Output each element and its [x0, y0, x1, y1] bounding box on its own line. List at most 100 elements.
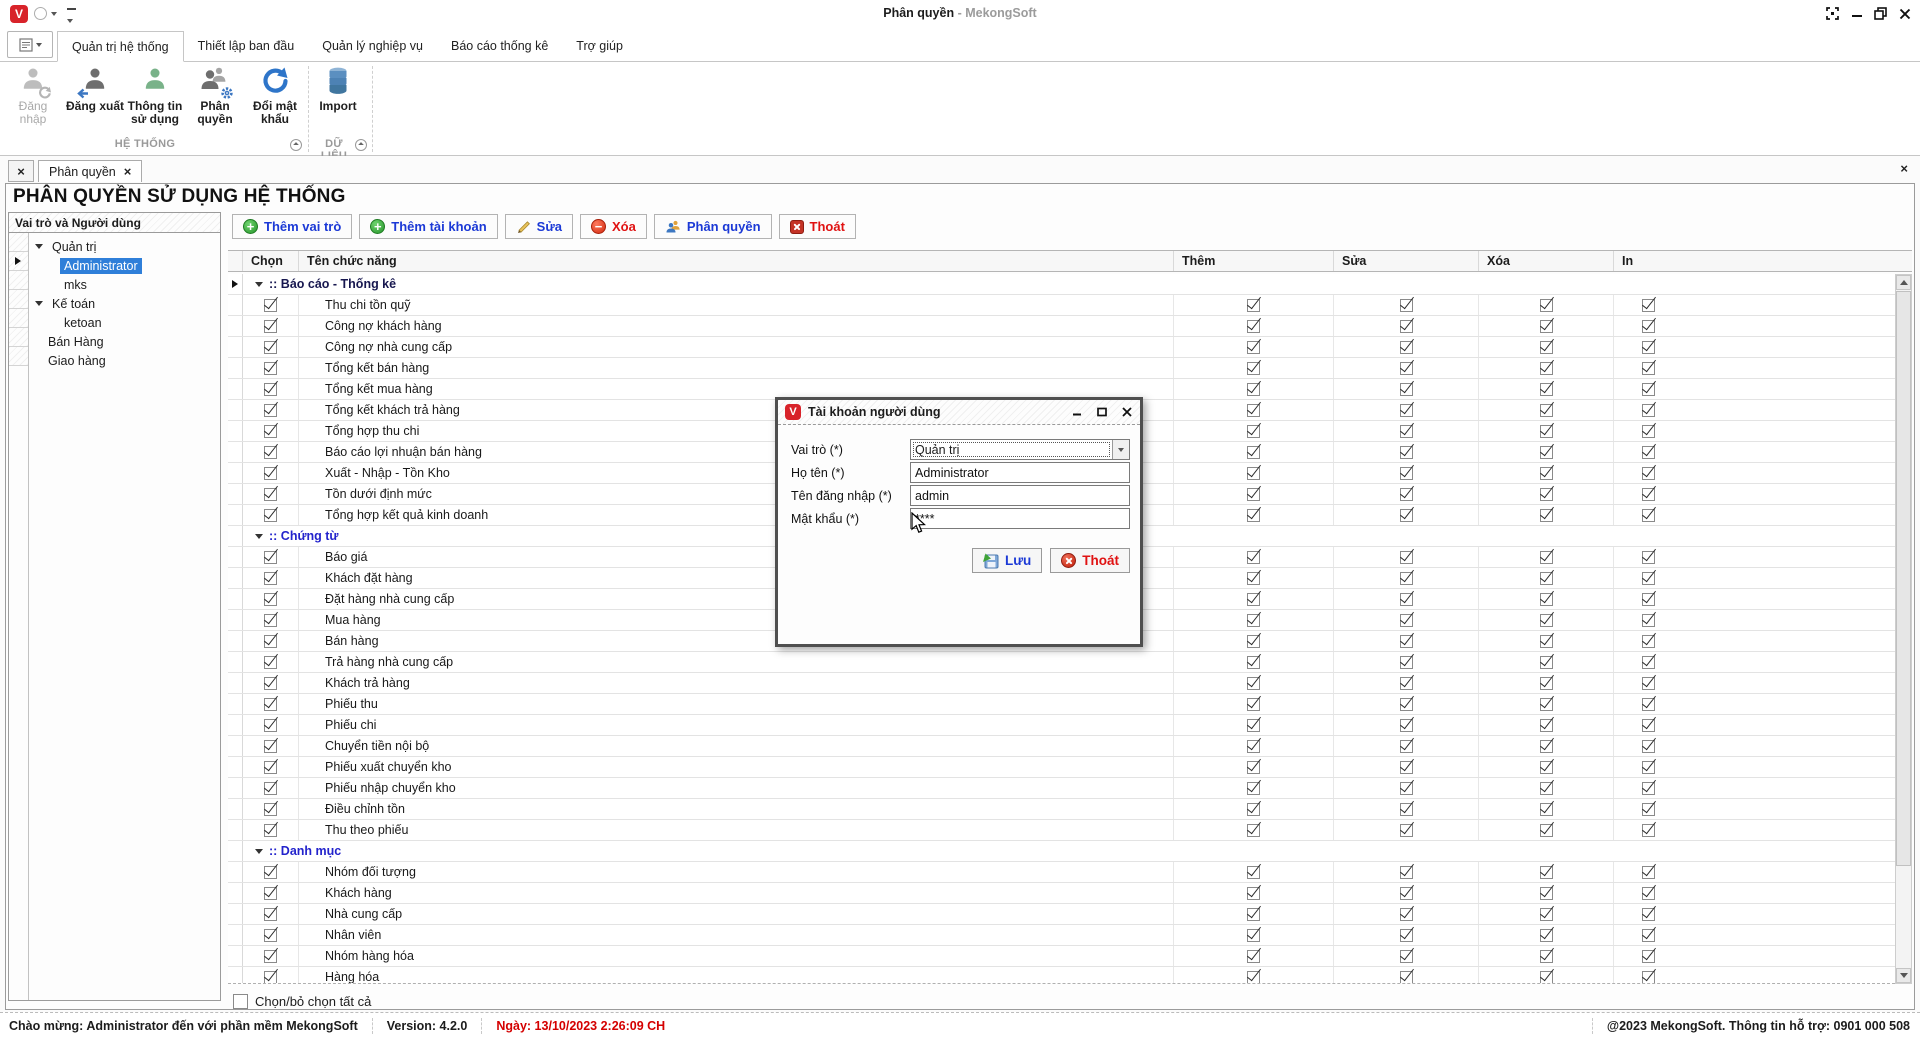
checked-checkbox-icon[interactable] — [264, 361, 277, 375]
checked-checkbox-icon[interactable] — [1247, 319, 1260, 333]
ribbon-button-import[interactable]: Import — [314, 66, 362, 134]
checked-checkbox-icon[interactable] — [1399, 424, 1413, 438]
save-button[interactable]: Lưu — [971, 548, 1043, 573]
checked-checkbox-icon[interactable] — [1247, 718, 1260, 732]
checked-checkbox-icon[interactable] — [1642, 760, 1655, 774]
group-expander-icon[interactable] — [255, 281, 263, 287]
checked-checkbox-icon[interactable] — [1539, 949, 1553, 963]
checked-checkbox-icon[interactable] — [1247, 424, 1260, 438]
checked-checkbox-icon[interactable] — [1642, 697, 1655, 711]
checked-checkbox-icon[interactable] — [1539, 298, 1553, 312]
checked-checkbox-icon[interactable] — [1247, 928, 1260, 942]
table-row[interactable]: Nhân viên — [228, 925, 1895, 946]
checked-checkbox-icon[interactable] — [264, 550, 277, 564]
checked-checkbox-icon[interactable] — [1539, 697, 1553, 711]
table-row[interactable]: Công nợ khách hàng — [228, 316, 1895, 337]
checked-checkbox-icon[interactable] — [1247, 697, 1260, 711]
role-combobox[interactable]: Quản trị — [910, 439, 1130, 460]
document-tab-close-all-button[interactable]: × — [8, 160, 34, 182]
ribbon-button-doi-mat-khau[interactable]: Đổi mật khẩu — [248, 66, 302, 134]
group-expander-icon[interactable] — [255, 848, 263, 854]
checked-checkbox-icon[interactable] — [1642, 487, 1655, 501]
checked-checkbox-icon[interactable] — [1642, 613, 1655, 627]
checked-checkbox-icon[interactable] — [1399, 655, 1413, 669]
checked-checkbox-icon[interactable] — [1399, 949, 1413, 963]
checked-checkbox-icon[interactable] — [1399, 970, 1413, 983]
checked-checkbox-icon[interactable] — [1247, 634, 1260, 648]
checked-checkbox-icon[interactable] — [1642, 865, 1655, 879]
checked-checkbox-icon[interactable] — [1247, 298, 1260, 312]
table-row[interactable]: Chuyển tiền nội bộ — [228, 736, 1895, 757]
group-dialog-launcher-icon[interactable] — [355, 139, 367, 151]
checked-checkbox-icon[interactable] — [1399, 739, 1413, 753]
checked-checkbox-icon[interactable] — [264, 634, 277, 648]
checked-checkbox-icon[interactable] — [1539, 319, 1553, 333]
dialog-minimize-icon[interactable] — [1070, 406, 1083, 419]
checked-checkbox-icon[interactable] — [264, 487, 277, 501]
checked-checkbox-icon[interactable] — [1399, 592, 1413, 606]
checked-checkbox-icon[interactable] — [1247, 445, 1260, 459]
delete-button[interactable]: − Xóa — [579, 214, 647, 239]
ribbon-button-thong-tin-su-dung[interactable]: Thông tin sử dụng — [126, 66, 184, 134]
checked-checkbox-icon[interactable] — [1247, 907, 1260, 921]
expander-down-icon[interactable] — [35, 244, 43, 249]
checked-checkbox-icon[interactable] — [1539, 928, 1553, 942]
password-input[interactable] — [910, 508, 1130, 529]
table-group-row[interactable]: :: Báo cáo - Thống kê — [228, 274, 1895, 295]
checked-checkbox-icon[interactable] — [264, 760, 277, 774]
checked-checkbox-icon[interactable] — [1399, 319, 1413, 333]
checked-checkbox-icon[interactable] — [1539, 655, 1553, 669]
checked-checkbox-icon[interactable] — [1247, 403, 1260, 417]
checked-checkbox-icon[interactable] — [1247, 592, 1260, 606]
tree-item-giao-hang[interactable]: Giao hàng — [29, 351, 220, 370]
checked-checkbox-icon[interactable] — [1539, 886, 1553, 900]
checked-checkbox-icon[interactable] — [264, 298, 277, 312]
checked-checkbox-icon[interactable] — [1399, 613, 1413, 627]
checked-checkbox-icon[interactable] — [264, 424, 277, 438]
checked-checkbox-icon[interactable] — [1247, 781, 1260, 795]
checked-checkbox-icon[interactable] — [1399, 466, 1413, 480]
checked-checkbox-icon[interactable] — [1539, 340, 1553, 354]
checked-checkbox-icon[interactable] — [1247, 760, 1260, 774]
combobox-dropdown-button[interactable] — [1112, 440, 1129, 459]
checked-checkbox-icon[interactable] — [1399, 886, 1413, 900]
checked-checkbox-icon[interactable] — [264, 655, 277, 669]
checked-checkbox-icon[interactable] — [1539, 571, 1553, 585]
checked-checkbox-icon[interactable] — [1247, 613, 1260, 627]
checked-checkbox-icon[interactable] — [1539, 550, 1553, 564]
exit-button[interactable]: Thoát — [778, 214, 856, 239]
dialog-close-icon[interactable] — [1120, 406, 1133, 419]
group-dialog-launcher-icon[interactable] — [290, 139, 302, 151]
ribbon-button-dang-xuat[interactable]: Đăng xuất — [66, 66, 124, 134]
checked-checkbox-icon[interactable] — [1642, 340, 1655, 354]
checked-checkbox-icon[interactable] — [1642, 676, 1655, 690]
assign-permission-button[interactable]: Phân quyền — [653, 214, 772, 239]
checked-checkbox-icon[interactable] — [1642, 634, 1655, 648]
table-group-row[interactable]: :: Danh mục — [228, 841, 1895, 862]
checked-checkbox-icon[interactable] — [1539, 907, 1553, 921]
minimize-icon[interactable] — [1849, 6, 1864, 21]
table-row[interactable]: Hàng hóa — [228, 967, 1895, 983]
checked-checkbox-icon[interactable] — [1399, 298, 1413, 312]
add-account-button[interactable]: + Thêm tài khoản — [359, 214, 498, 239]
checked-checkbox-icon[interactable] — [1399, 718, 1413, 732]
checked-checkbox-icon[interactable] — [264, 781, 277, 795]
checked-checkbox-icon[interactable] — [1539, 865, 1553, 879]
ribbon-button-phan-quyen[interactable]: Phân quyền — [186, 66, 244, 134]
column-header-ten-chuc-nang[interactable]: Tên chức năng — [299, 251, 1174, 271]
checked-checkbox-icon[interactable] — [1539, 781, 1553, 795]
checked-checkbox-icon[interactable] — [1642, 739, 1655, 753]
table-row[interactable]: Khách trả hàng — [228, 673, 1895, 694]
table-row[interactable]: Thu theo phiếu — [228, 820, 1895, 841]
checked-checkbox-icon[interactable] — [1399, 382, 1413, 396]
checked-checkbox-icon[interactable] — [1399, 445, 1413, 459]
checked-checkbox-icon[interactable] — [1247, 676, 1260, 690]
restore-icon[interactable] — [1873, 6, 1888, 21]
table-row[interactable]: Phiếu chi — [228, 715, 1895, 736]
checked-checkbox-icon[interactable] — [1399, 403, 1413, 417]
checked-checkbox-icon[interactable] — [1642, 550, 1655, 564]
table-row[interactable]: Khách hàng — [228, 883, 1895, 904]
checked-checkbox-icon[interactable] — [1247, 886, 1260, 900]
checked-checkbox-icon[interactable] — [1247, 382, 1260, 396]
checked-checkbox-icon[interactable] — [1642, 319, 1655, 333]
